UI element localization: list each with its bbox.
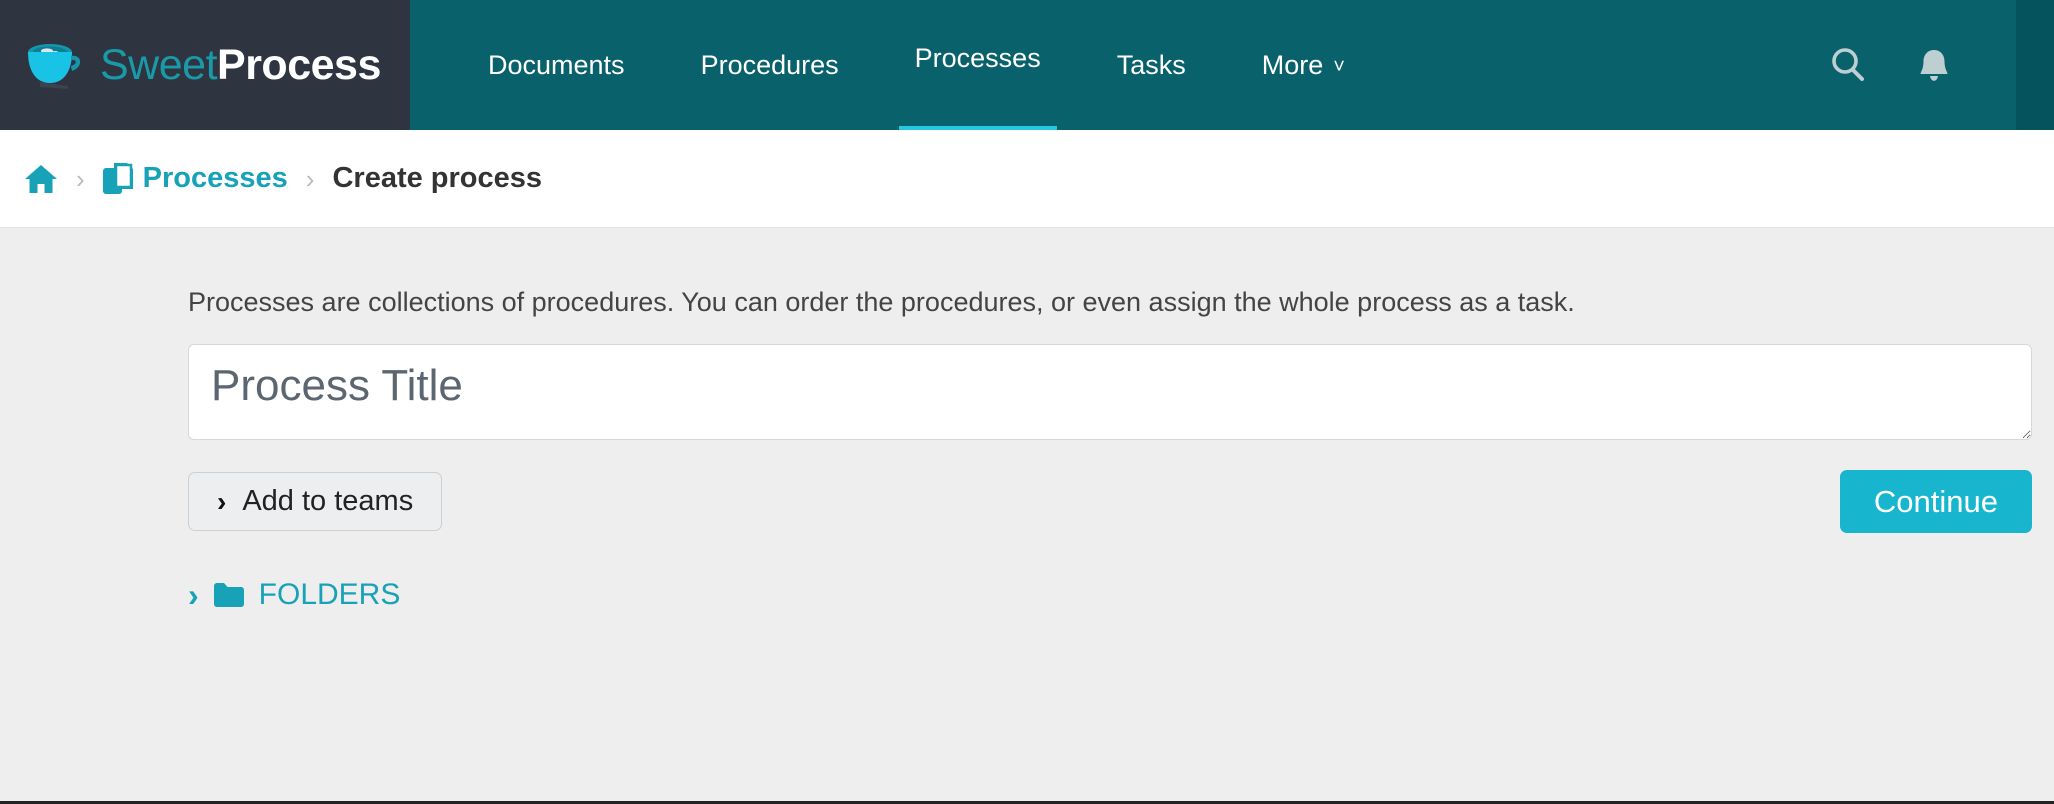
folders-label: FOLDERS (258, 578, 401, 612)
coffee-cup-icon (24, 41, 86, 89)
breadcrumb-separator-2: › (305, 163, 315, 194)
nav-label-tasks: Tasks (1116, 50, 1186, 80)
brand-name-process: Process (217, 40, 381, 89)
search-icon[interactable] (1828, 45, 1868, 85)
home-icon[interactable] (24, 163, 58, 195)
intro-description: Processes are collections of procedures.… (188, 287, 1575, 317)
nav-item-more[interactable]: More ˅ (1224, 52, 1383, 79)
nav-label-documents: Documents (488, 50, 625, 80)
process-title-input[interactable] (188, 344, 2032, 441)
nav-item-procedures[interactable]: Procedures (663, 52, 877, 79)
chevron-right-icon-folders: › (188, 577, 199, 614)
continue-button[interactable]: Continue (1839, 470, 2032, 534)
breadcrumb-separator: › (76, 163, 85, 194)
breadcrumb: › Processes › Create process (0, 130, 2054, 228)
form-action-row: › Add to teams Continue (188, 470, 2032, 534)
header-right-edge-strip (2016, 0, 2054, 130)
folder-icon (213, 582, 245, 608)
nav-item-processes[interactable]: Processes (877, 43, 1079, 135)
folders-toggle[interactable]: › FOLDERS (188, 579, 400, 611)
brand-logo[interactable]: SweetProcess (0, 0, 410, 130)
add-to-teams-button[interactable]: › Add to teams (188, 472, 443, 532)
chevron-down-icon: ˅ (1333, 55, 1345, 78)
breadcrumb-link-processes[interactable]: Processes (143, 164, 288, 193)
create-process-form: Processes are collections of procedures.… (188, 229, 2032, 611)
notifications-bell-icon[interactable] (1914, 45, 1954, 85)
nav-item-tasks[interactable]: Tasks (1079, 52, 1224, 79)
copy-documents-icon (102, 162, 133, 196)
brand-wordmark: SweetProcess (100, 40, 381, 89)
nav-label-procedures: Procedures (700, 50, 839, 80)
brand-name-sweet: Sweet (100, 40, 218, 89)
nav-label-more: More (1261, 50, 1324, 80)
main-content: Processes are collections of procedures.… (0, 229, 2054, 802)
add-to-teams-label: Add to teams (242, 485, 414, 518)
breadcrumb-current-page: Create process (332, 162, 543, 194)
nav-label-processes: Processes (914, 43, 1041, 73)
main-navigation: Documents Procedures Processes Tasks Mor… (410, 0, 1828, 135)
chevron-right-icon: › (217, 485, 227, 517)
nav-item-documents[interactable]: Documents (450, 52, 663, 79)
app-header: SweetProcess Documents Procedures Proces… (0, 0, 2054, 135)
